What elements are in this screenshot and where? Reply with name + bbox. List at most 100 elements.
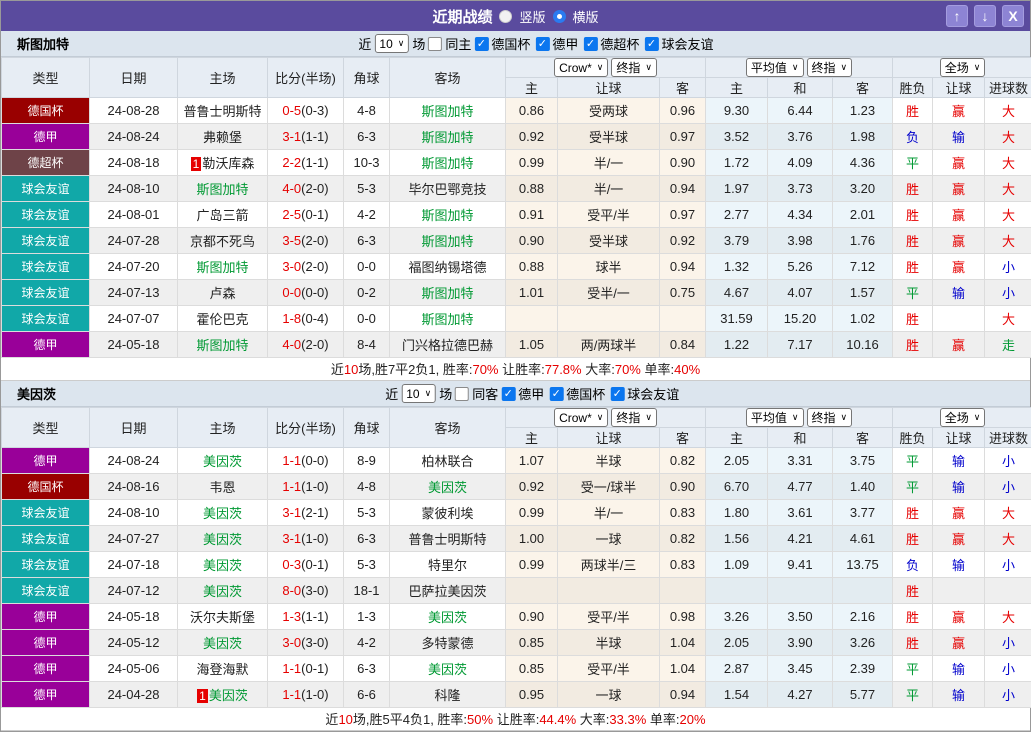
- home-team-cell: 海登海默: [178, 656, 268, 682]
- vertical-layout-radio[interactable]: [499, 10, 512, 23]
- odds-stage-select[interactable]: 终指∨: [611, 58, 657, 77]
- corners-cell: 10-3: [344, 150, 390, 176]
- corners-cell: 6-6: [344, 682, 390, 708]
- team-section-bar: 斯图加特 近 10∨ 场 同主 ✓德国杯✓德甲✓德超杯✓球会友谊: [1, 31, 1030, 57]
- period-select[interactable]: 全场∨: [940, 58, 986, 77]
- goals-result-cell: 小: [985, 656, 1031, 682]
- horizontal-layout-radio[interactable]: [553, 10, 566, 23]
- handicap-result-cell: 赢: [933, 500, 985, 526]
- league-checkbox[interactable]: ✓: [644, 37, 658, 51]
- same-venue-checkbox[interactable]: [428, 37, 442, 51]
- avg-away-cell: 1.23: [833, 98, 893, 124]
- table-row: 球会友谊24-08-01广岛三箭2-5(0-1)4-2斯图加特0.91受平/半0…: [2, 202, 1031, 228]
- close-button[interactable]: X: [1002, 5, 1024, 27]
- avg-home-cell: 1.22: [706, 332, 768, 358]
- avg-away-cell: 5.77: [833, 682, 893, 708]
- odds-home-cell: 0.99: [506, 552, 558, 578]
- avg-home-cell: 1.80: [706, 500, 768, 526]
- odds-away-cell: 0.97: [660, 124, 706, 150]
- title-bar: 近期战绩 竖版 横版 ↑ ↓ X: [1, 1, 1030, 31]
- avg-draw-cell: 3.73: [768, 176, 833, 202]
- team-name-text: 沃尔夫斯堡: [190, 610, 255, 625]
- goals-result-cell: 大: [985, 98, 1031, 124]
- team-name-text: 美因茨: [203, 506, 242, 521]
- date-cell: 24-05-18: [90, 332, 178, 358]
- period-select[interactable]: 全场∨: [940, 408, 986, 427]
- handicap-cell: 受平/半: [558, 604, 660, 630]
- avg-away-cell: 3.20: [833, 176, 893, 202]
- summary-segment: 大率:: [576, 712, 609, 727]
- team-name-text: 柏林联合: [421, 454, 473, 469]
- table-row: 德甲24-04-281美因茨1-1(1-0)6-6科隆0.95一球0.941.5…: [2, 682, 1031, 708]
- home-team-cell: 普鲁士明斯特: [178, 98, 268, 124]
- odds-home-cell: [506, 578, 558, 604]
- corners-cell: 0-2: [344, 280, 390, 306]
- type-badge-cell: 德甲: [2, 630, 90, 656]
- team-name-text: 斯图加特: [196, 260, 248, 275]
- team-name-text: 弗赖堡: [203, 130, 242, 145]
- move-up-button[interactable]: ↑: [946, 5, 968, 27]
- result-cell: 平: [893, 656, 933, 682]
- corners-cell: 6-3: [344, 656, 390, 682]
- close-icon: X: [1008, 8, 1017, 24]
- average-select[interactable]: 平均值∨: [746, 58, 804, 77]
- league-checkbox[interactable]: ✓: [610, 387, 624, 401]
- league-checkbox[interactable]: ✓: [474, 37, 488, 51]
- date-cell: 24-08-16: [90, 474, 178, 500]
- team-name-text: 美因茨: [428, 480, 467, 495]
- league-checkbox[interactable]: ✓: [549, 387, 563, 401]
- team-section-bar: 美因茨 近 10∨ 场 同客 ✓德甲✓德国杯✓球会友谊: [1, 381, 1030, 407]
- handicap-cell: 受半球: [558, 228, 660, 254]
- bookmaker-select[interactable]: Crow*∨: [554, 58, 608, 77]
- avg-away-cell: 1.76: [833, 228, 893, 254]
- sub-col-avg-away: 客: [833, 78, 893, 98]
- avg-stage-select[interactable]: 终指∨: [807, 58, 853, 77]
- handicap-result-cell: 输: [933, 474, 985, 500]
- type-badge-cell: 球会友谊: [2, 228, 90, 254]
- league-checkbox[interactable]: ✓: [535, 37, 549, 51]
- move-down-button[interactable]: ↓: [974, 5, 996, 27]
- halftime-score: (1-0): [301, 531, 328, 546]
- goals-result-cell: 小: [985, 682, 1031, 708]
- team-name-text: 多特蒙德: [421, 636, 473, 651]
- corners-cell: 6-3: [344, 124, 390, 150]
- corners-cell: 4-2: [344, 630, 390, 656]
- horizontal-layout-label: 横版: [573, 7, 599, 26]
- sub-col-goals: 进球数: [985, 78, 1031, 98]
- match-count-select[interactable]: 10∨: [374, 34, 409, 53]
- league-label: 球会友谊: [661, 34, 713, 53]
- team-name-text: 广岛三箭: [196, 208, 248, 223]
- table-row: 球会友谊24-07-28京都不死鸟3-5(2-0)6-3斯图加特0.90受半球0…: [2, 228, 1031, 254]
- sub-col-handicap: 让球: [558, 78, 660, 98]
- sub-col-away-odds: 客: [660, 78, 706, 98]
- league-checkbox[interactable]: ✓: [501, 387, 515, 401]
- vertical-layout-label: 竖版: [519, 7, 545, 26]
- match-count-select[interactable]: 10∨: [401, 384, 436, 403]
- odds-stage-select[interactable]: 终指∨: [611, 408, 657, 427]
- corners-cell: 6-3: [344, 228, 390, 254]
- avg-away-cell: 2.39: [833, 656, 893, 682]
- same-venue-checkbox[interactable]: [455, 387, 469, 401]
- average-select[interactable]: 平均值∨: [746, 408, 804, 427]
- odds-away-cell: 0.82: [660, 526, 706, 552]
- fulltime-score: 3-1: [282, 129, 301, 144]
- avg-stage-select[interactable]: 终指∨: [807, 408, 853, 427]
- summary-segment: 20%: [680, 712, 706, 727]
- goals-result-cell: 大: [985, 176, 1031, 202]
- odds-away-cell: 0.97: [660, 202, 706, 228]
- type-badge-cell: 球会友谊: [2, 202, 90, 228]
- team-name-text: 美因茨: [203, 532, 242, 547]
- halftime-score: (0-3): [301, 103, 328, 118]
- halftime-score: (2-0): [301, 259, 328, 274]
- team-name-text: 美因茨: [209, 688, 248, 703]
- goals-result-cell: 大: [985, 526, 1031, 552]
- odds-away-cell: 0.83: [660, 552, 706, 578]
- bookmaker-select[interactable]: Crow*∨: [554, 408, 608, 427]
- odds-home-cell: 0.99: [506, 150, 558, 176]
- date-cell: 24-07-27: [90, 526, 178, 552]
- odds-home-cell: 1.07: [506, 448, 558, 474]
- date-cell: 24-08-28: [90, 98, 178, 124]
- handicap-cell: 半/一: [558, 150, 660, 176]
- league-checkbox[interactable]: ✓: [583, 37, 597, 51]
- summary-segment: 50%: [467, 712, 493, 727]
